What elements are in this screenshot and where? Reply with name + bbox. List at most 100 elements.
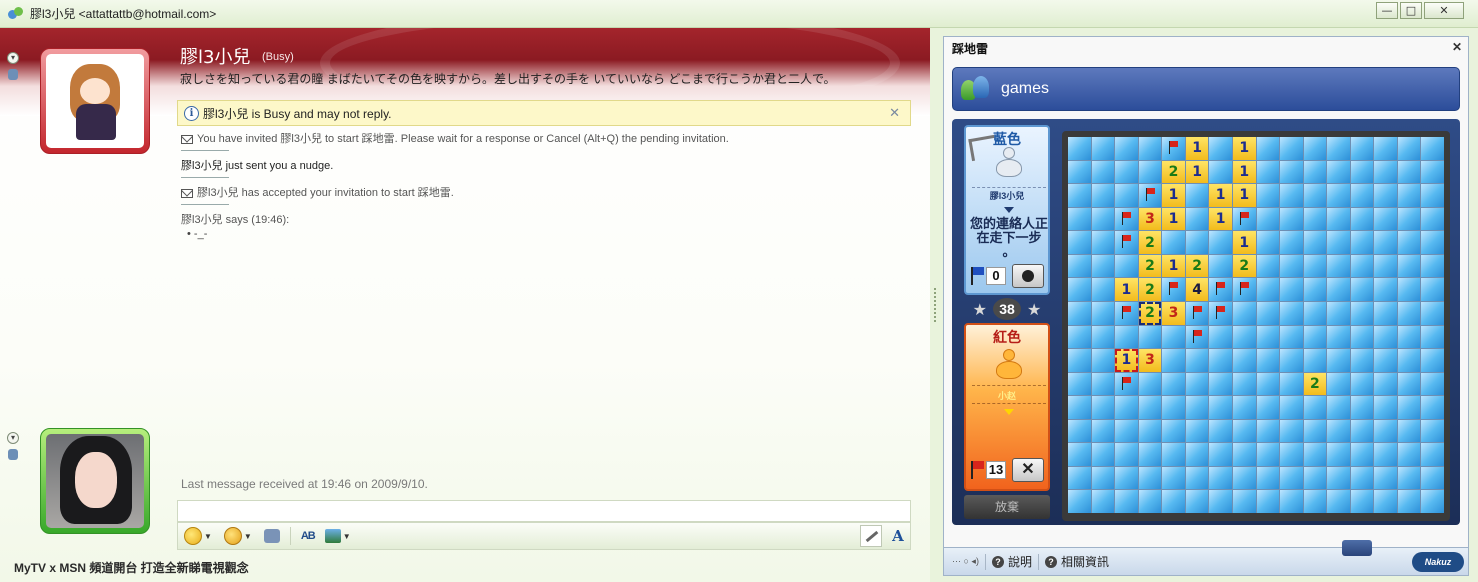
hidden-cell[interactable] bbox=[1091, 419, 1115, 443]
font-button[interactable]: A bbox=[888, 525, 908, 547]
hidden-cell[interactable] bbox=[1374, 372, 1397, 396]
hidden-cell[interactable] bbox=[1350, 466, 1374, 490]
hidden-cell[interactable] bbox=[1068, 207, 1091, 231]
hidden-cell[interactable] bbox=[1350, 372, 1374, 396]
hidden-cell[interactable] bbox=[1256, 490, 1280, 513]
maximize-button[interactable]: □ bbox=[1400, 2, 1422, 19]
number-cell[interactable]: 2 bbox=[1138, 278, 1162, 301]
flag-cell[interactable] bbox=[1162, 137, 1185, 160]
hidden-cell[interactable] bbox=[1421, 443, 1444, 466]
flag-cell[interactable] bbox=[1115, 372, 1138, 396]
collapse-contact-button[interactable]: ▾ bbox=[7, 52, 19, 64]
hidden-cell[interactable] bbox=[1162, 349, 1185, 372]
hidden-cell[interactable] bbox=[1091, 443, 1115, 466]
hidden-cell[interactable] bbox=[1303, 419, 1327, 443]
hidden-cell[interactable] bbox=[1397, 372, 1421, 396]
hidden-cell[interactable] bbox=[1232, 443, 1256, 466]
hidden-cell[interactable] bbox=[1138, 372, 1162, 396]
ad-link[interactable]: MyTV x MSN 頻道開台 打造全新睇電視觀念 bbox=[14, 559, 249, 576]
hidden-cell[interactable] bbox=[1115, 443, 1138, 466]
hidden-cell[interactable] bbox=[1209, 231, 1232, 254]
hidden-cell[interactable] bbox=[1232, 490, 1256, 513]
flag-cell[interactable] bbox=[1115, 301, 1138, 325]
hidden-cell[interactable] bbox=[1374, 466, 1397, 490]
number-cell[interactable]: 1 bbox=[1185, 160, 1209, 184]
self-avatar[interactable] bbox=[40, 428, 150, 534]
hidden-cell[interactable] bbox=[1185, 184, 1209, 207]
hidden-cell[interactable] bbox=[1138, 160, 1162, 184]
hidden-cell[interactable] bbox=[1068, 325, 1091, 349]
hidden-cell[interactable] bbox=[1374, 207, 1397, 231]
hidden-cell[interactable] bbox=[1138, 396, 1162, 419]
hidden-cell[interactable] bbox=[1256, 325, 1280, 349]
hidden-cell[interactable] bbox=[1185, 490, 1209, 513]
hidden-cell[interactable] bbox=[1091, 137, 1115, 160]
hidden-cell[interactable] bbox=[1350, 301, 1374, 325]
hidden-cell[interactable] bbox=[1280, 231, 1303, 254]
hidden-cell[interactable] bbox=[1350, 207, 1374, 231]
number-cell[interactable]: 1 bbox=[1232, 231, 1256, 254]
hidden-cell[interactable] bbox=[1303, 254, 1327, 278]
hidden-cell[interactable] bbox=[1256, 372, 1280, 396]
hidden-cell[interactable] bbox=[1397, 207, 1421, 231]
hidden-cell[interactable] bbox=[1327, 301, 1350, 325]
handwriting-button[interactable] bbox=[860, 525, 882, 547]
hidden-cell[interactable] bbox=[1115, 490, 1138, 513]
hidden-cell[interactable] bbox=[1138, 419, 1162, 443]
hidden-cell[interactable] bbox=[1068, 301, 1091, 325]
hidden-cell[interactable] bbox=[1232, 325, 1256, 349]
hidden-cell[interactable] bbox=[1091, 160, 1115, 184]
hidden-cell[interactable] bbox=[1327, 372, 1350, 396]
hidden-cell[interactable] bbox=[1068, 443, 1091, 466]
hidden-cell[interactable] bbox=[1421, 301, 1444, 325]
number-cell[interactable]: 1 bbox=[1162, 184, 1185, 207]
wink-button[interactable]: ▼ bbox=[223, 527, 252, 545]
hidden-cell[interactable] bbox=[1327, 184, 1350, 207]
number-cell[interactable]: 2 bbox=[1138, 301, 1162, 325]
hidden-cell[interactable] bbox=[1421, 349, 1444, 372]
hidden-cell[interactable] bbox=[1068, 372, 1091, 396]
hidden-cell[interactable] bbox=[1280, 184, 1303, 207]
hidden-cell[interactable] bbox=[1397, 184, 1421, 207]
hidden-cell[interactable] bbox=[1232, 419, 1256, 443]
hidden-cell[interactable] bbox=[1115, 325, 1138, 349]
hidden-cell[interactable] bbox=[1327, 419, 1350, 443]
activity-window-icon[interactable] bbox=[1342, 540, 1372, 556]
hidden-cell[interactable] bbox=[1256, 419, 1280, 443]
hidden-cell[interactable] bbox=[1256, 231, 1280, 254]
hidden-cell[interactable] bbox=[1232, 372, 1256, 396]
number-cell[interactable]: 1 bbox=[1185, 137, 1209, 160]
hidden-cell[interactable] bbox=[1280, 325, 1303, 349]
hidden-cell[interactable] bbox=[1303, 490, 1327, 513]
hidden-cell[interactable] bbox=[1068, 254, 1091, 278]
self-webcam-icon[interactable] bbox=[8, 449, 18, 460]
hidden-cell[interactable] bbox=[1280, 137, 1303, 160]
close-button[interactable]: ✕ bbox=[1424, 2, 1464, 19]
hidden-cell[interactable] bbox=[1327, 325, 1350, 349]
hidden-cell[interactable] bbox=[1138, 490, 1162, 513]
hidden-cell[interactable] bbox=[1185, 231, 1209, 254]
give-up-button[interactable]: 放棄 bbox=[964, 495, 1050, 519]
hidden-cell[interactable] bbox=[1303, 137, 1327, 160]
hidden-cell[interactable] bbox=[1374, 396, 1397, 419]
hidden-cell[interactable] bbox=[1138, 443, 1162, 466]
hidden-cell[interactable] bbox=[1421, 254, 1444, 278]
hidden-cell[interactable] bbox=[1374, 184, 1397, 207]
number-cell[interactable]: 2 bbox=[1303, 372, 1327, 396]
hidden-cell[interactable] bbox=[1303, 184, 1327, 207]
background-button[interactable]: ▼ bbox=[324, 529, 351, 543]
hidden-cell[interactable] bbox=[1374, 231, 1397, 254]
hidden-cell[interactable] bbox=[1303, 349, 1327, 372]
hidden-cell[interactable] bbox=[1421, 466, 1444, 490]
hidden-cell[interactable] bbox=[1280, 160, 1303, 184]
hidden-cell[interactable] bbox=[1280, 466, 1303, 490]
hidden-cell[interactable] bbox=[1162, 443, 1185, 466]
hidden-cell[interactable] bbox=[1350, 278, 1374, 301]
hidden-cell[interactable] bbox=[1091, 278, 1115, 301]
hidden-cell[interactable] bbox=[1421, 325, 1444, 349]
hidden-cell[interactable] bbox=[1185, 372, 1209, 396]
hidden-cell[interactable] bbox=[1209, 443, 1232, 466]
cancel-bomb-button[interactable]: ✕ bbox=[1012, 458, 1044, 482]
hidden-cell[interactable] bbox=[1421, 231, 1444, 254]
hidden-cell[interactable] bbox=[1091, 254, 1115, 278]
